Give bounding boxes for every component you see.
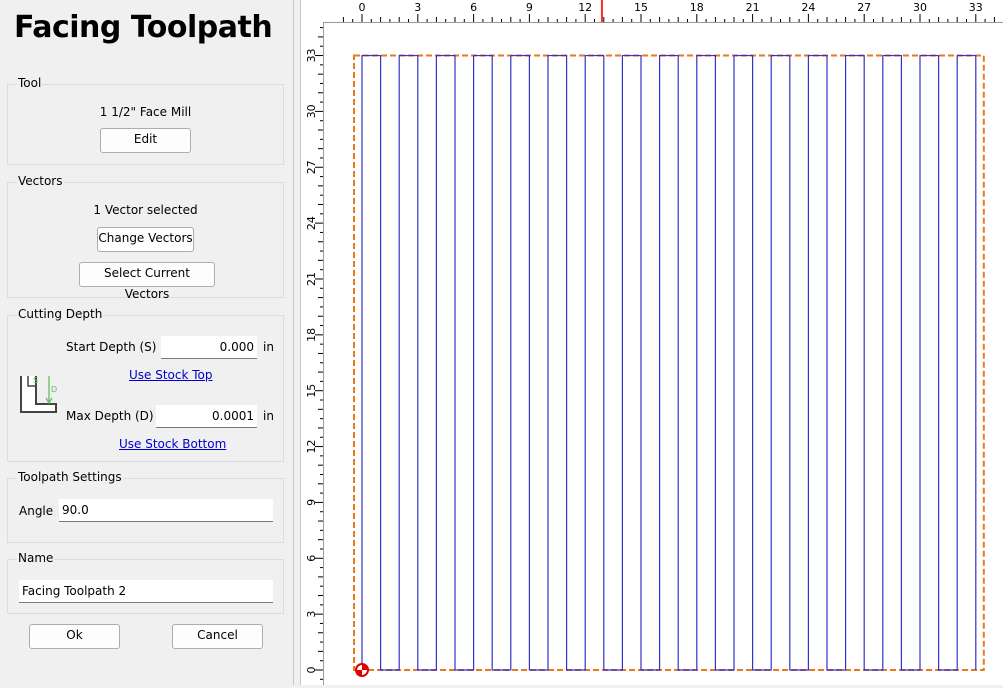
start-depth-unit: in bbox=[263, 340, 274, 354]
change-vectors-button[interactable]: Change Vectors bbox=[97, 227, 194, 252]
start-depth-label: Start Depth (S) bbox=[66, 340, 157, 354]
max-depth-label: Max Depth (D) bbox=[66, 409, 154, 423]
ruler-label: 0 bbox=[359, 1, 366, 14]
name-group-label: Name bbox=[17, 551, 55, 565]
ruler-label: 18 bbox=[305, 328, 318, 342]
vector-selection-status: 1 Vector selected bbox=[93, 203, 198, 217]
edit-tool-button[interactable]: Edit bbox=[100, 128, 191, 153]
vertical-ruler: 0 3 6 9 12 15 18 21 24 27 30 33 bbox=[301, 22, 324, 685]
ruler-label: 21 bbox=[746, 1, 760, 14]
panel-title: Facing Toolpath bbox=[14, 10, 273, 45]
ruler-label: 24 bbox=[305, 216, 318, 230]
toolpath-name-input[interactable] bbox=[19, 580, 273, 603]
ok-button[interactable]: Ok bbox=[29, 624, 120, 649]
facing-toolpath bbox=[361, 54, 977, 671]
diagram-s-label: S bbox=[33, 376, 38, 385]
ruler-label: 24 bbox=[801, 1, 815, 14]
cutting-depth-group: Cutting Depth Start Depth (S) in Use Sto… bbox=[7, 307, 284, 462]
ruler-label: 9 bbox=[305, 499, 318, 506]
origin-marker-icon bbox=[355, 663, 369, 677]
ruler-label: 30 bbox=[305, 104, 318, 118]
tool-name: 1 1/2" Face Mill bbox=[99, 105, 192, 119]
ruler-label: 30 bbox=[913, 1, 927, 14]
panel-splitter[interactable] bbox=[293, 0, 301, 685]
cutting-depth-group-label: Cutting Depth bbox=[17, 307, 104, 321]
vectors-group-label: Vectors bbox=[17, 174, 64, 188]
angle-input[interactable] bbox=[59, 499, 273, 522]
ruler-label: 15 bbox=[634, 1, 648, 14]
stock-boundary bbox=[353, 54, 985, 672]
ruler-label: 6 bbox=[470, 1, 477, 14]
name-group: Name bbox=[7, 551, 284, 614]
ruler-label: 12 bbox=[578, 1, 592, 14]
cancel-button[interactable]: Cancel bbox=[172, 624, 263, 649]
ruler-label: 33 bbox=[305, 49, 318, 63]
use-stock-bottom-link[interactable]: Use Stock Bottom bbox=[119, 437, 226, 451]
ruler-label: 33 bbox=[969, 1, 983, 14]
ruler-label: 6 bbox=[305, 555, 318, 562]
start-depth-input[interactable] bbox=[161, 336, 257, 359]
depth-diagram-icon: S D bbox=[20, 376, 57, 413]
tool-group: Tool 1 1/2" Face Mill Edit bbox=[7, 76, 284, 165]
ruler-label: 27 bbox=[857, 1, 871, 14]
toolpath-panel: Facing Toolpath Tool 1 1/2" Face Mill Ed… bbox=[0, 0, 293, 685]
ruler-label: 0 bbox=[305, 667, 318, 674]
ruler-label: 21 bbox=[305, 272, 318, 286]
ruler-label: 3 bbox=[305, 611, 318, 618]
horizontal-ruler: 0 3 6 9 12 15 18 21 24 27 30 33 bbox=[301, 0, 1003, 23]
max-depth-input[interactable] bbox=[156, 405, 257, 428]
toolpath-settings-group-label: Toolpath Settings bbox=[17, 470, 123, 484]
vectors-group: Vectors 1 Vector selected Change Vectors… bbox=[7, 174, 284, 301]
select-current-vectors-button[interactable]: Select Current Vectors bbox=[79, 262, 215, 301]
tool-group-label: Tool bbox=[17, 76, 43, 90]
ruler-label: 27 bbox=[305, 160, 318, 174]
toolpath-settings-group: Toolpath Settings Angle bbox=[7, 470, 284, 543]
ruler-label: 15 bbox=[305, 384, 318, 398]
ruler-label: 3 bbox=[414, 1, 421, 14]
diagram-d-label: D bbox=[51, 385, 57, 394]
angle-label: Angle bbox=[19, 504, 54, 518]
max-depth-unit: in bbox=[263, 409, 274, 423]
ruler-label: 18 bbox=[690, 1, 704, 14]
ruler-label: 12 bbox=[305, 440, 318, 454]
ruler-label: 9 bbox=[526, 1, 533, 14]
use-stock-top-link[interactable]: Use Stock Top bbox=[129, 368, 213, 382]
toolpath-preview-canvas[interactable] bbox=[324, 23, 1003, 685]
